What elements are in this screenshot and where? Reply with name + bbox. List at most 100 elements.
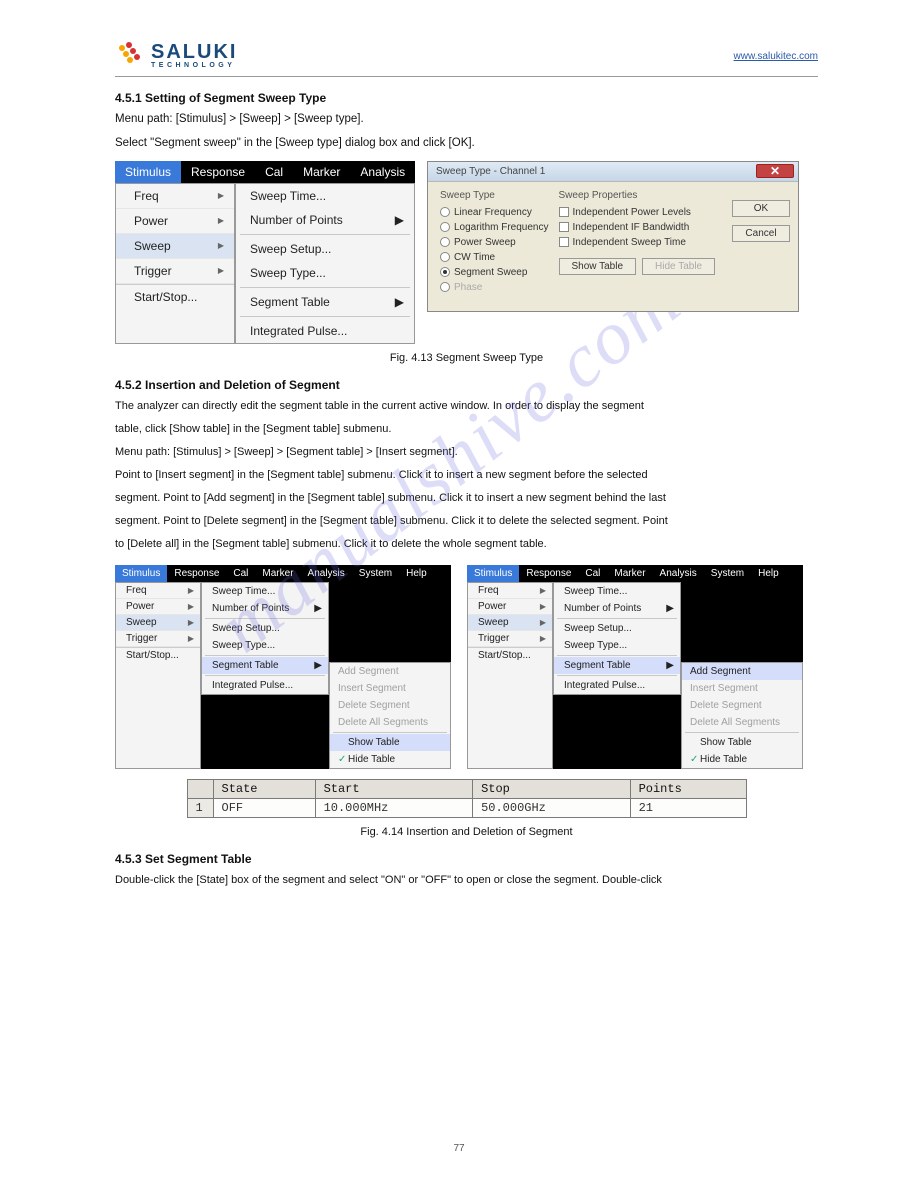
chevron-right-icon: ▶ (218, 216, 224, 225)
website-link[interactable]: www.salukitec.com (734, 51, 818, 62)
close-icon[interactable]: ✕ (756, 164, 794, 178)
check-if[interactable]: Independent IF Bandwidth (559, 222, 716, 233)
menubar-item-stimulus[interactable]: Stimulus (115, 565, 167, 582)
table-row[interactable]: 1 OFF 10.000MHz 50.000GHz 21 (187, 798, 746, 817)
show-table-button[interactable]: Show Table (559, 258, 637, 275)
menubar-item-cal[interactable]: Cal (578, 565, 607, 582)
menu-item-startstop[interactable]: Start/Stop... (116, 647, 200, 663)
submenu-hidetable[interactable]: ✓Hide Table (330, 751, 450, 768)
cancel-button[interactable]: Cancel (732, 225, 790, 242)
menubar-item-response[interactable]: Response (181, 161, 255, 183)
menubar-item-cal[interactable]: Cal (226, 565, 255, 582)
logo: SALUKI TECHNOLOGY (115, 40, 237, 70)
menubar-item-cal[interactable]: Cal (255, 161, 293, 183)
submenu-showtable[interactable]: Show Table (330, 734, 450, 751)
menu-item-freq[interactable]: Freq▶ (116, 583, 200, 599)
menu-item-numpoints[interactable]: Number of Points▶ (202, 600, 328, 617)
chevron-right-icon: ▶ (314, 603, 322, 614)
menu-item-sweepsetup[interactable]: Sweep Setup... (236, 237, 414, 261)
menu-item-power[interactable]: Power▶ (116, 599, 200, 615)
check-time[interactable]: Independent Sweep Time (559, 237, 716, 248)
menu-item-segmenttable[interactable]: Segment Table▶ (202, 657, 328, 674)
col-points: Points (630, 779, 746, 798)
cell-points[interactable]: 21 (630, 798, 746, 817)
menu-item-numpoints[interactable]: Number of Points▶ (236, 208, 414, 232)
menu-item-sweep[interactable]: Sweep▶ (116, 615, 200, 631)
dialog-buttons: OK Cancel (732, 190, 790, 297)
submenu-deleteall: Delete All Segments (330, 714, 450, 731)
submenu-add[interactable]: Add Segment (682, 663, 802, 680)
radio-segment[interactable]: Segment Sweep (440, 267, 549, 278)
menu-item-sweeptime[interactable]: Sweep Time... (554, 583, 680, 600)
menu-item-segmenttable[interactable]: Segment Table▶ (236, 290, 414, 314)
menubar-item-help[interactable]: Help (751, 565, 786, 582)
menu-item-freq[interactable]: Freq▶ (116, 184, 234, 209)
chevron-right-icon: ▶ (188, 602, 194, 611)
radio-log[interactable]: Logarithm Frequency (440, 222, 549, 233)
radio-cw[interactable]: CW Time (440, 252, 549, 263)
menubar-item-stimulus[interactable]: Stimulus (467, 565, 519, 582)
sweep-props-label: Sweep Properties (559, 190, 716, 201)
check-power[interactable]: Independent Power Levels (559, 207, 716, 218)
ok-button[interactable]: OK (732, 200, 790, 217)
col-start: Start (315, 779, 473, 798)
menu-screenshot-1: Stimulus Response Cal Marker Analysis Sy… (115, 161, 415, 344)
menu-item-integratedpulse[interactable]: Integrated Pulse... (202, 677, 328, 694)
menu-item-sweeptime[interactable]: Sweep Time... (202, 583, 328, 600)
figure-1-caption: Fig. 4.13 Segment Sweep Type (115, 352, 818, 364)
submenu-hidetable[interactable]: ✓Hide Table (682, 751, 802, 768)
menu-item-trigger[interactable]: Trigger▶ (116, 259, 234, 284)
menubar-item-system[interactable]: System (704, 565, 751, 582)
segment-table-submenu: Add Segment Insert Segment Delete Segmen… (329, 662, 451, 769)
menubar-item-marker[interactable]: Marker (607, 565, 652, 582)
s2-line-5: segment. Point to [Delete segment] in th… (115, 513, 818, 530)
menu-item-sweep[interactable]: Sweep▶ (468, 615, 552, 631)
col-idx (187, 779, 213, 798)
s2-line-0: The analyzer can directly edit the segme… (115, 398, 818, 415)
menubar-item-help[interactable]: Help (399, 565, 434, 582)
menu-item-trigger[interactable]: Trigger▶ (468, 631, 552, 647)
figure-2-caption: Fig. 4.14 Insertion and Deletion of Segm… (115, 826, 818, 838)
menu-item-sweeptype[interactable]: Sweep Type... (236, 261, 414, 285)
cell-state[interactable]: OFF (213, 798, 315, 817)
menubar-item-marker[interactable]: Marker (255, 565, 300, 582)
menu-item-startstop[interactable]: Start/Stop... (468, 647, 552, 663)
menu-item-integratedpulse[interactable]: Integrated Pulse... (554, 677, 680, 694)
segment-table-submenu: Add Segment Insert Segment Delete Segmen… (681, 662, 803, 769)
menubar-item-system[interactable]: System (352, 565, 399, 582)
menu-item-sweep[interactable]: Sweep▶ (116, 234, 234, 259)
menubar-item-response[interactable]: Response (519, 565, 578, 582)
radio-linear[interactable]: Linear Frequency (440, 207, 549, 218)
logo-text: SALUKI TECHNOLOGY (151, 42, 237, 69)
menu-item-power[interactable]: Power▶ (468, 599, 552, 615)
menu-item-integratedpulse[interactable]: Integrated Pulse... (236, 319, 414, 343)
s2-line-6: to [Delete all] in the [Segment table] s… (115, 536, 818, 553)
menubar-item-analysis[interactable]: Analysis (350, 161, 415, 183)
menu-item-freq[interactable]: Freq▶ (468, 583, 552, 599)
menu-item-power[interactable]: Power▶ (116, 209, 234, 234)
menu-item-sweepsetup[interactable]: Sweep Setup... (202, 620, 328, 637)
col-state: State (213, 779, 315, 798)
menu-item-sweeptime[interactable]: Sweep Time... (236, 184, 414, 208)
menu-item-sweeptype[interactable]: Sweep Type... (202, 637, 328, 654)
menu-item-segmenttable[interactable]: Segment Table▶ (554, 657, 680, 674)
menu-item-startstop[interactable]: Start/Stop... (116, 284, 234, 309)
menu-item-trigger[interactable]: Trigger▶ (116, 631, 200, 647)
menu-screenshot-2a: Stimulus Response Cal Marker Analysis Sy… (115, 565, 451, 769)
cell-start[interactable]: 10.000MHz (315, 798, 473, 817)
menubar-item-analysis[interactable]: Analysis (653, 565, 704, 582)
section-452-title: 4.5.2 Insertion and Deletion of Segment (115, 378, 818, 392)
menu-item-sweeptype[interactable]: Sweep Type... (554, 637, 680, 654)
col-stop: Stop (473, 779, 631, 798)
menubar-item-response[interactable]: Response (167, 565, 226, 582)
brand-name: SALUKI (151, 42, 237, 62)
radio-power[interactable]: Power Sweep (440, 237, 549, 248)
menu-item-sweepsetup[interactable]: Sweep Setup... (554, 620, 680, 637)
submenu-showtable[interactable]: Show Table (682, 734, 802, 751)
cell-stop[interactable]: 50.000GHz (473, 798, 631, 817)
menubar-item-analysis[interactable]: Analysis (301, 565, 352, 582)
submenu-insert: Insert Segment (682, 680, 802, 697)
menubar-item-stimulus[interactable]: Stimulus (115, 161, 181, 183)
menubar-item-marker[interactable]: Marker (293, 161, 350, 183)
menu-item-numpoints[interactable]: Number of Points▶ (554, 600, 680, 617)
